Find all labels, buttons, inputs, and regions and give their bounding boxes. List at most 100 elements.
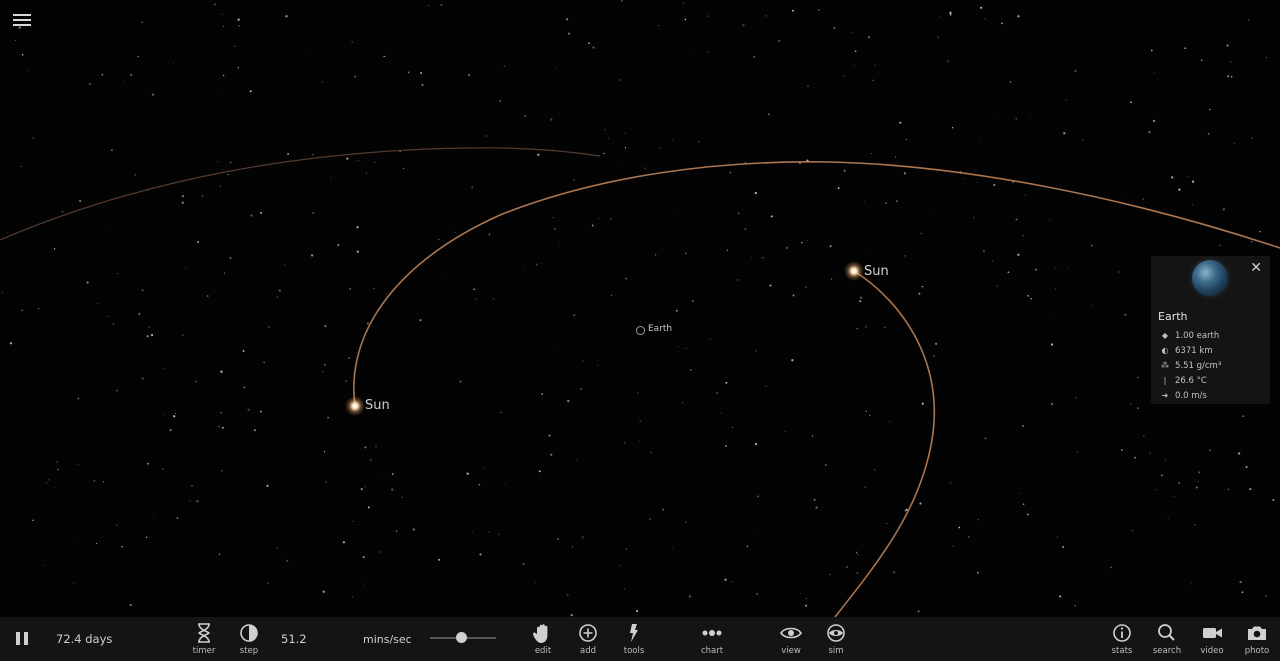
edit-button[interactable]: edit: [523, 622, 563, 656]
sun-right-label[interactable]: Sun: [864, 264, 889, 279]
star: [1055, 268, 1057, 270]
star: [153, 514, 155, 516]
star: [1065, 99, 1067, 101]
star: [716, 392, 718, 394]
star: [362, 556, 365, 559]
star: [538, 470, 541, 473]
earth-marker-icon[interactable]: [636, 326, 645, 335]
star: [920, 232, 922, 235]
star: [1063, 132, 1066, 135]
star: [61, 210, 64, 213]
star: [554, 228, 556, 230]
star: [195, 380, 198, 383]
star: [32, 519, 34, 522]
view-button[interactable]: view: [771, 622, 811, 656]
star: [1184, 47, 1187, 50]
star: [48, 479, 50, 481]
space-viewport[interactable]: [0, 0, 1280, 617]
close-icon[interactable]: ✕: [1250, 260, 1262, 276]
star: [754, 349, 757, 352]
star: [918, 292, 921, 295]
info-icon: [1113, 624, 1131, 642]
star: [164, 367, 165, 369]
star: [1272, 499, 1275, 502]
tools-label: tools: [623, 646, 645, 656]
video-button[interactable]: video: [1192, 622, 1232, 656]
star: [162, 468, 164, 470]
star: [865, 410, 867, 413]
add-button[interactable]: add: [568, 622, 608, 656]
orbit-trail-main: [353, 161, 1280, 407]
star: [873, 468, 876, 471]
star: [137, 56, 139, 58]
star: [952, 545, 954, 548]
menu-icon[interactable]: [13, 14, 31, 32]
star: [116, 389, 118, 392]
star: [936, 36, 940, 39]
star: [471, 186, 473, 189]
star: [266, 484, 269, 487]
elapsed-time: 72.4 days: [56, 632, 113, 646]
star: [86, 281, 89, 284]
sun-left-label[interactable]: Sun: [365, 398, 390, 413]
star: [365, 172, 368, 174]
star: [151, 334, 153, 336]
star: [220, 370, 223, 373]
star: [1142, 198, 1144, 200]
star: [746, 545, 749, 548]
star: [977, 519, 979, 521]
star: [815, 506, 818, 509]
star: [1150, 49, 1153, 52]
timer-button[interactable]: timer: [184, 622, 224, 656]
star: [428, 4, 430, 6]
speed-value: 0.0 m/s: [1175, 390, 1207, 401]
star: [843, 74, 845, 77]
star: [675, 309, 678, 312]
star: [322, 371, 324, 372]
star: [45, 482, 48, 484]
video-camera-icon: [1203, 628, 1222, 638]
star: [1230, 75, 1233, 78]
chart-button[interactable]: chart: [692, 622, 732, 656]
stats-button[interactable]: stats: [1102, 622, 1142, 656]
sim-button[interactable]: sim: [816, 622, 856, 656]
star: [259, 410, 262, 413]
star: [419, 319, 422, 322]
star: [370, 459, 372, 461]
star: [1051, 403, 1053, 406]
star: [899, 121, 902, 124]
star: [868, 36, 870, 38]
star: [267, 582, 269, 585]
star: [649, 518, 652, 521]
sun-right[interactable]: [844, 261, 864, 281]
sun-left[interactable]: [345, 396, 365, 416]
camera-icon: [1248, 626, 1266, 640]
star: [559, 245, 561, 246]
star: [222, 25, 225, 28]
pause-icon[interactable]: [16, 632, 29, 645]
star: [440, 4, 443, 6]
earth-label[interactable]: Earth: [648, 324, 672, 334]
star: [921, 285, 924, 288]
star: [1266, 57, 1268, 58]
star: [859, 300, 862, 303]
star: [1195, 486, 1199, 489]
star: [1110, 566, 1112, 569]
star: [662, 508, 665, 511]
density-value: 5.51 g/cm³: [1175, 360, 1222, 371]
star: [305, 51, 307, 53]
photo-button[interactable]: photo: [1237, 622, 1277, 656]
info-rows: ◆ 1.00 earth ◐ 6371 km ⁂ 5.51 g/cm³ ❘ 26.6 °…: [1160, 328, 1221, 403]
star: [420, 72, 423, 74]
search-button[interactable]: search: [1147, 622, 1187, 656]
star: [364, 446, 367, 449]
step-button[interactable]: step: [229, 622, 269, 656]
tools-button[interactable]: tools: [614, 622, 654, 656]
star: [1227, 75, 1230, 78]
info-row-density: ⁂ 5.51 g/cm³: [1160, 358, 1221, 373]
star: [1171, 176, 1174, 179]
star: [1197, 481, 1199, 483]
star: [917, 610, 920, 613]
star: [567, 399, 570, 403]
star: [684, 252, 687, 255]
